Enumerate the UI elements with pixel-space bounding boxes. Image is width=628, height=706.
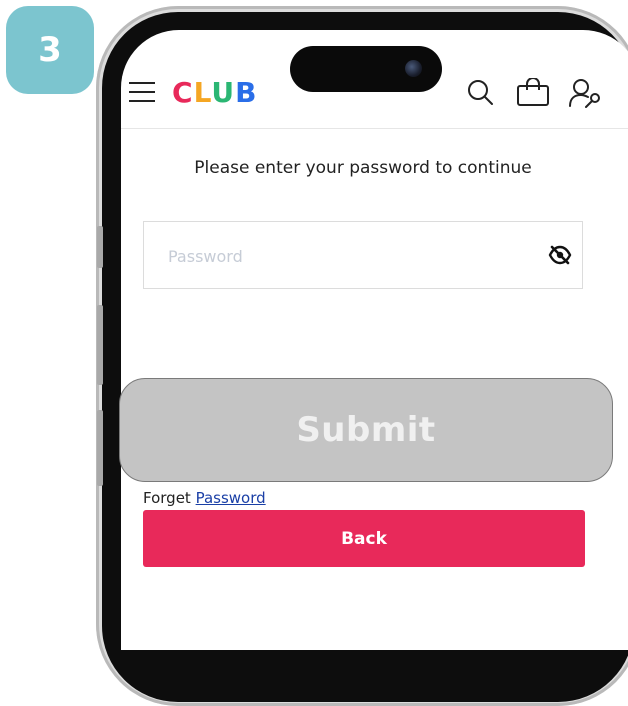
logo-letter: B <box>235 76 258 109</box>
menu-icon[interactable] <box>129 82 155 102</box>
account-key-icon[interactable] <box>568 78 604 108</box>
forget-password-link[interactable]: Password <box>196 489 266 507</box>
forget-prefix: Forget <box>143 489 191 507</box>
header-divider <box>121 128 628 129</box>
logo-letter: U <box>211 76 236 109</box>
forget-password-row: Forget Password <box>143 489 266 507</box>
password-field[interactable] <box>143 221 583 290</box>
phone-side-button <box>97 305 103 385</box>
password-prompt: Please enter your password to continue <box>194 158 532 178</box>
phone-side-button <box>97 226 103 268</box>
search-icon[interactable] <box>466 78 494 106</box>
submit-button[interactable]: Submit <box>119 378 613 482</box>
brand-logo[interactable]: CLUB <box>172 76 258 109</box>
logo-letter: L <box>193 76 212 109</box>
password-input[interactable] <box>166 222 540 290</box>
camera-icon <box>405 60 422 77</box>
dynamic-island <box>290 46 442 92</box>
logo-letter: C <box>172 76 194 109</box>
phone-side-button <box>97 410 103 486</box>
step-number-badge: 3 <box>6 6 94 94</box>
back-button[interactable]: Back <box>143 510 585 567</box>
shopping-bag-icon[interactable] <box>516 78 550 106</box>
eye-slash-icon[interactable] <box>548 245 572 265</box>
